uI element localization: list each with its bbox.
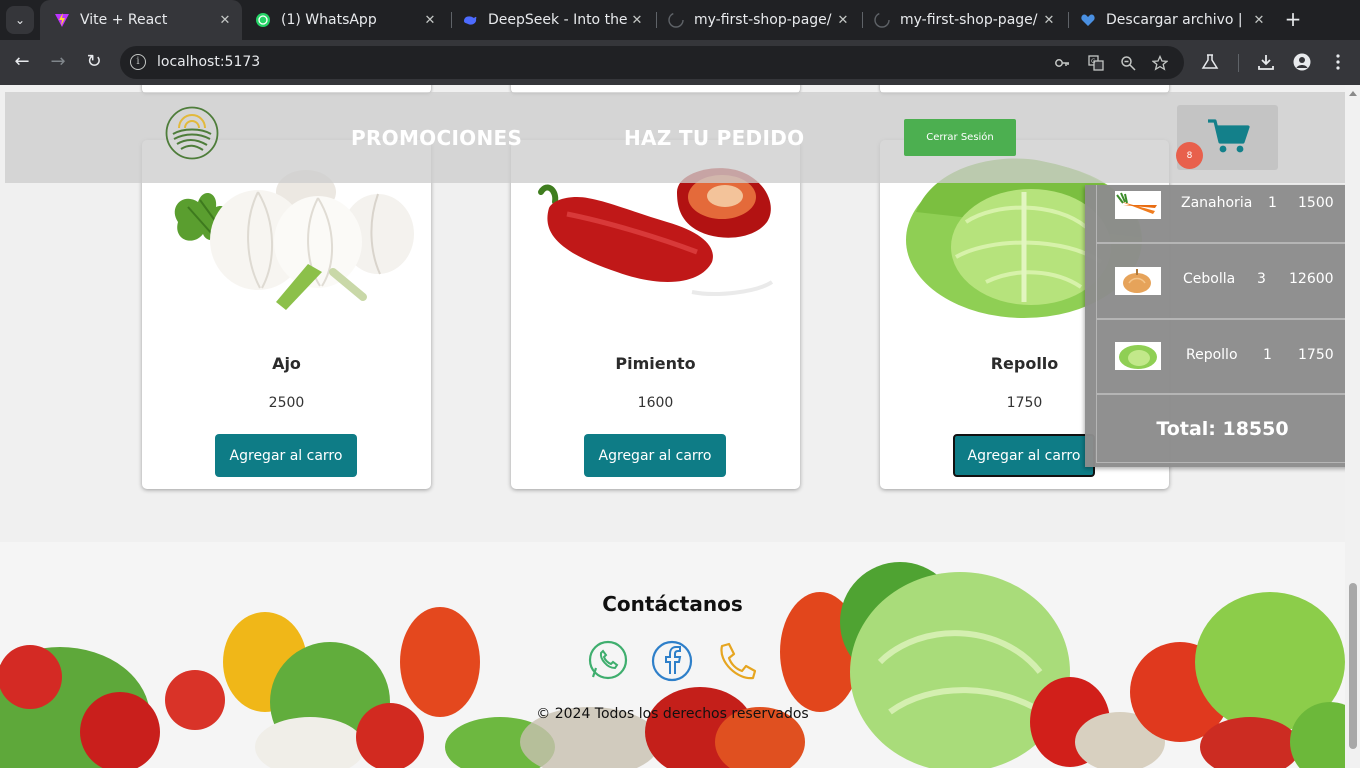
tab-title: my-first-shop-page/: [694, 12, 832, 28]
cart-panel: Zanahoria 1 1500 Cebolla 3 12600 Repollo…: [1085, 185, 1360, 467]
tab-title: (1) WhatsApp: [281, 12, 377, 28]
tab-github-2[interactable]: my-first-shop-page/ ✕: [860, 4, 1066, 36]
svg-text:G: G: [1091, 58, 1096, 65]
site-info-icon[interactable]: i: [130, 54, 146, 70]
reload-icon[interactable]: ↻: [82, 50, 106, 74]
url-text: localhost:5173: [157, 54, 261, 70]
cabbage-thumbnail: [1115, 342, 1161, 370]
browser-tabstrip: ⌄ Vite + React ✕ (1) WhatsApp ✕ DeepSeek…: [0, 0, 1360, 40]
cart-item-qty: 1: [1268, 195, 1277, 211]
phone-icon[interactable]: [714, 640, 756, 682]
cart-count-badge: 8: [1176, 142, 1203, 169]
add-to-cart-button[interactable]: Agregar al carro: [215, 434, 357, 477]
profile-icon[interactable]: [1293, 53, 1311, 71]
site-footer: Contáctanos © 2024 Todos los derechos re…: [0, 542, 1345, 768]
github-icon: [874, 12, 890, 28]
close-icon[interactable]: ✕: [1040, 13, 1058, 28]
product-name: Ajo: [272, 354, 301, 373]
forward-icon[interactable]: →: [46, 50, 70, 74]
new-tab-button[interactable]: +: [1282, 8, 1304, 30]
whatsapp-icon[interactable]: [587, 640, 629, 682]
tab-title: Descargar archivo |: [1106, 12, 1243, 28]
close-icon[interactable]: ✕: [216, 13, 234, 28]
address-bar[interactable]: i localhost:5173 G: [120, 46, 1184, 79]
key-icon[interactable]: [1054, 55, 1070, 71]
tab-vite-react[interactable]: Vite + React ✕: [40, 0, 242, 40]
star-icon[interactable]: [1152, 55, 1168, 71]
deepseek-icon: [464, 16, 477, 25]
contact-title: Contáctanos: [602, 592, 743, 616]
product-price: 2500: [268, 395, 305, 411]
tab-whatsapp[interactable]: (1) WhatsApp ✕: [241, 4, 447, 36]
toolbar-separator: [1238, 54, 1239, 72]
product-card-pimiento: Pimiento 1600 Agregar al carro: [511, 140, 800, 489]
labs-icon[interactable]: [1201, 53, 1219, 71]
facebook-icon[interactable]: [651, 640, 693, 682]
farm-logo[interactable]: [165, 106, 219, 160]
menu-icon[interactable]: [1329, 53, 1347, 71]
cart-item-subtotal: 1500: [1298, 195, 1334, 211]
cart-item-name: Cebolla: [1183, 271, 1236, 287]
logout-button[interactable]: Cerrar Sesión: [904, 119, 1016, 156]
shopping-cart-icon: [1208, 119, 1250, 153]
copyright-text: © 2024 Todos los derechos reservados: [536, 706, 809, 722]
translate-icon[interactable]: G: [1088, 55, 1104, 71]
browser-toolbar: ← → ↻ i localhost:5173 G: [0, 40, 1360, 85]
scroll-thumb[interactable]: [1349, 583, 1357, 749]
add-to-cart-button[interactable]: Agregar al carro: [953, 434, 1095, 477]
cart-item-subtotal: 1750: [1298, 347, 1334, 363]
cart-item-row: Zanahoria 1 1500: [1096, 185, 1349, 243]
download-icon[interactable]: [1257, 53, 1275, 71]
product-name: Pimiento: [615, 354, 696, 373]
product-price: 1600: [637, 395, 674, 411]
tab-search-button[interactable]: ⌄: [6, 6, 34, 34]
cart-item-row: Cebolla 3 12600: [1096, 243, 1349, 319]
carrot-thumbnail: [1115, 191, 1161, 219]
zoom-icon[interactable]: [1120, 55, 1136, 71]
tab-descargar[interactable]: Descargar archivo | ✕: [1066, 4, 1276, 36]
site-header: PROMOCIONES HAZ TU PEDIDO Cerrar Sesión …: [5, 92, 1345, 183]
onion-thumbnail: [1115, 267, 1161, 295]
add-to-cart-button[interactable]: Agregar al carro: [584, 434, 726, 477]
page-viewport: Ajo 2500 Agregar al carro Pimiento 1600 …: [0, 85, 1360, 768]
close-icon[interactable]: ✕: [1250, 13, 1268, 28]
scroll-up-arrow[interactable]: [1349, 91, 1357, 96]
cart-item-name: Zanahoria: [1181, 195, 1253, 211]
close-icon[interactable]: ✕: [421, 13, 439, 28]
tab-github-1[interactable]: my-first-shop-page/ ✕: [654, 4, 860, 36]
cart-item-qty: 1: [1263, 347, 1272, 363]
nav-haz-tu-pedido[interactable]: HAZ TU PEDIDO: [624, 126, 804, 150]
github-icon: [668, 12, 684, 28]
cart-item-name: Repollo: [1186, 347, 1238, 363]
close-icon[interactable]: ✕: [628, 13, 646, 28]
cart-item-row: Repollo 1 1750: [1096, 319, 1349, 394]
cart-total: Total: 18550: [1096, 394, 1349, 463]
vite-icon: [55, 13, 69, 27]
whatsapp-icon: [256, 13, 270, 27]
close-icon[interactable]: ✕: [834, 13, 852, 28]
tab-title: my-first-shop-page/: [900, 12, 1038, 28]
back-icon[interactable]: ←: [10, 50, 34, 74]
page-scrollbar[interactable]: [1345, 85, 1360, 768]
product-card-ajo: Ajo 2500 Agregar al carro: [142, 140, 431, 489]
nav-promociones[interactable]: PROMOCIONES: [351, 126, 522, 150]
cart-item-qty: 3: [1257, 271, 1266, 287]
cart-item-subtotal: 12600: [1289, 271, 1334, 287]
tab-title: DeepSeek - Into the: [488, 12, 628, 28]
heart-icon: [1081, 14, 1095, 26]
tab-deepseek[interactable]: DeepSeek - Into the ✕: [448, 4, 654, 36]
tab-title: Vite + React: [80, 12, 168, 28]
